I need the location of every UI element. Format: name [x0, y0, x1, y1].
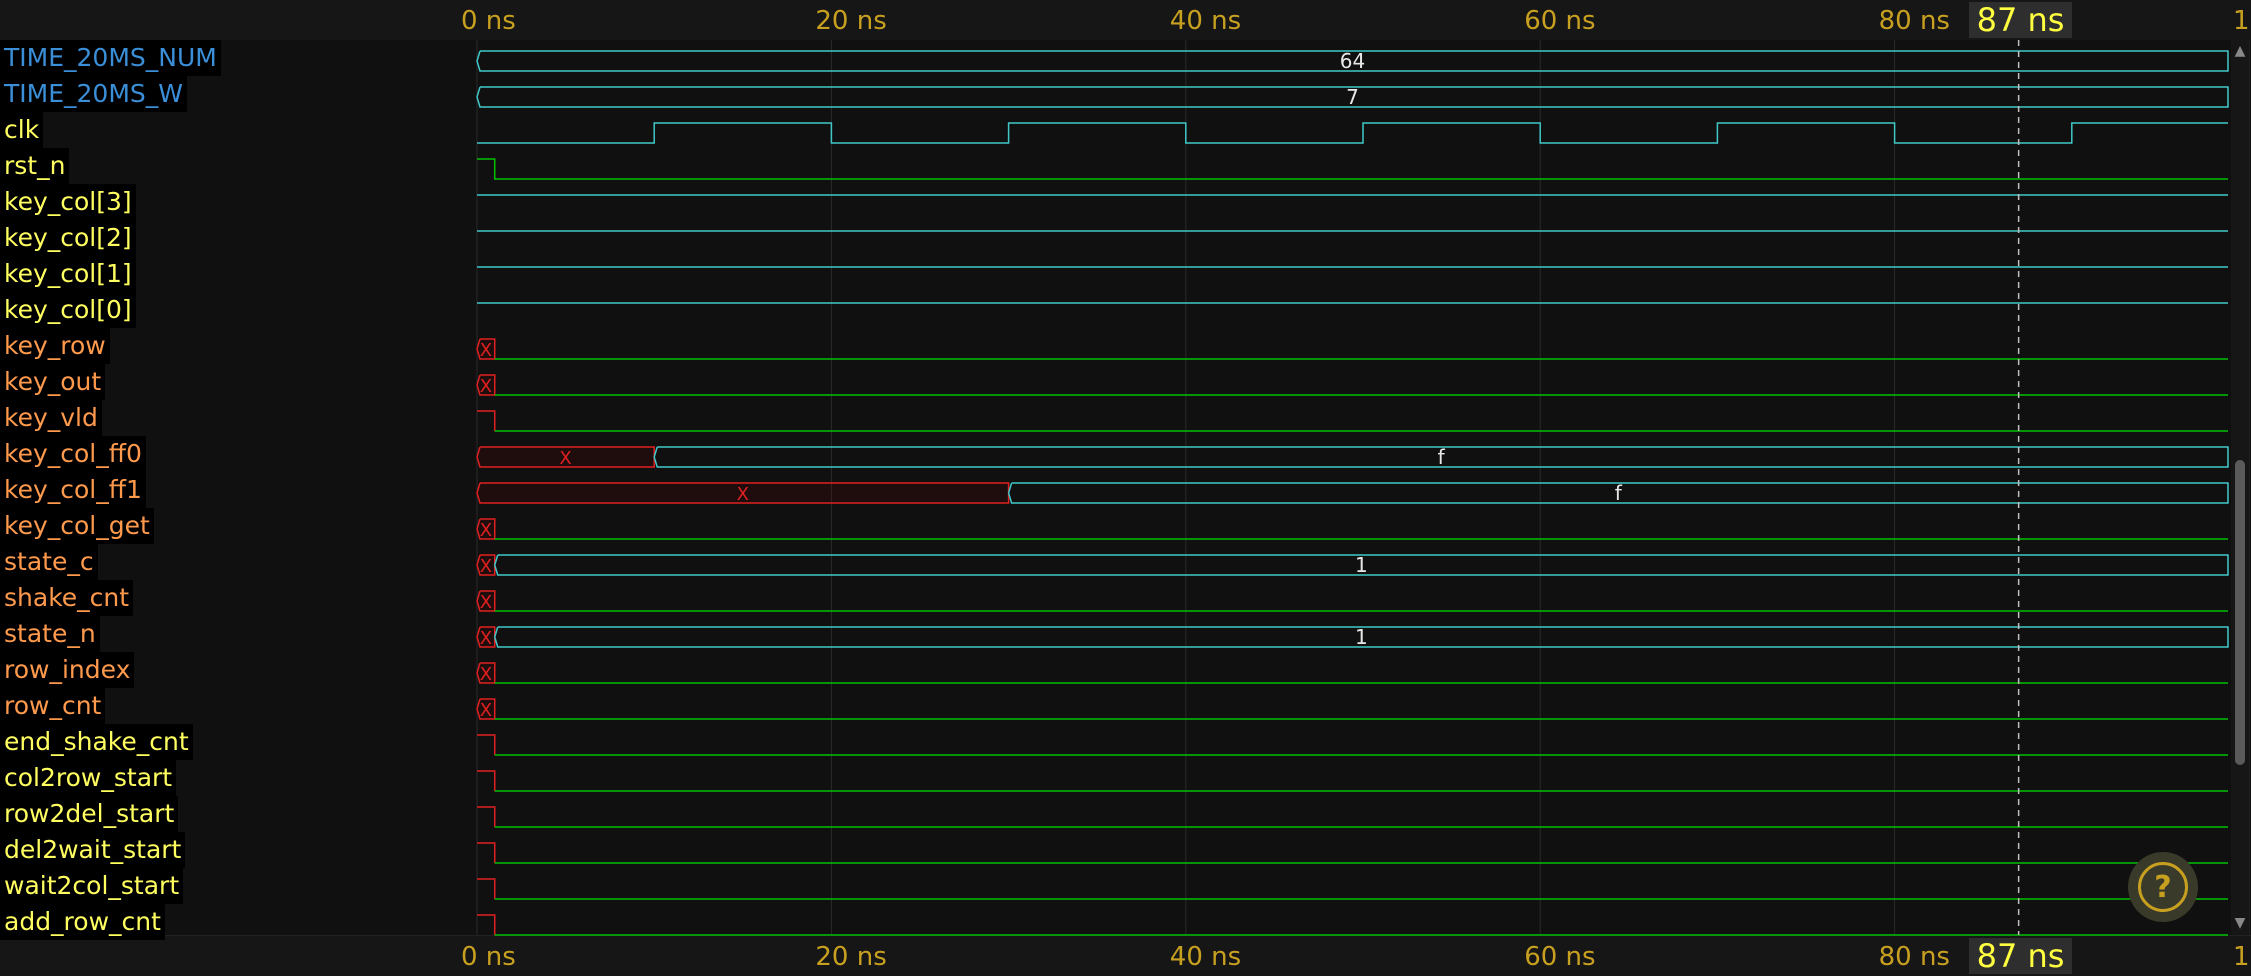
bus-value-label: X: [480, 700, 492, 721]
undefined-edge: [477, 806, 496, 827]
undefined-edge: [477, 734, 496, 755]
bus-value-label: X: [559, 448, 571, 469]
bit-wave: [477, 158, 2228, 180]
bus-value-label: X: [480, 340, 492, 361]
bus-value-label: f: [1438, 445, 1446, 469]
waveform-canvas[interactable]: 647XXX fX fXX 1XX 1XX: [0, 0, 2251, 975]
bus-value-label: X: [480, 664, 492, 685]
clock-wave: [477, 122, 2228, 144]
help-icon: ?: [2138, 862, 2188, 912]
undefined-edge: [477, 842, 496, 863]
bus-value-label: X: [480, 520, 492, 541]
bus-value-label: X: [480, 556, 492, 577]
bus-value-label: X: [480, 628, 492, 649]
undefined-edge: [477, 770, 496, 791]
scroll-down-arrow-icon[interactable]: ▼: [2233, 916, 2247, 930]
scroll-thumb[interactable]: [2235, 460, 2245, 765]
bus-value-label: X: [737, 484, 749, 505]
help-button[interactable]: ?: [2128, 852, 2198, 922]
bus-value-label: 1: [1355, 625, 1368, 649]
undefined-edge: [477, 878, 496, 899]
bus-value-label: 1: [1355, 553, 1368, 577]
vertical-scrollbar[interactable]: ▲ ▼: [2231, 40, 2249, 935]
scroll-up-arrow-icon[interactable]: ▲: [2233, 44, 2247, 58]
bus-value-label: 64: [1340, 49, 1365, 73]
undefined-edge: [477, 410, 496, 431]
bus-value-label: 7: [1346, 85, 1359, 109]
bus-value-label: f: [1615, 481, 1623, 505]
undefined-edge: [477, 914, 496, 935]
bus-value-label: X: [480, 592, 492, 613]
bus-value-label: X: [480, 376, 492, 397]
waveform-viewer: 0 ns20 ns40 ns60 ns80 ns10087 ns 0 ns20 …: [0, 0, 2251, 976]
